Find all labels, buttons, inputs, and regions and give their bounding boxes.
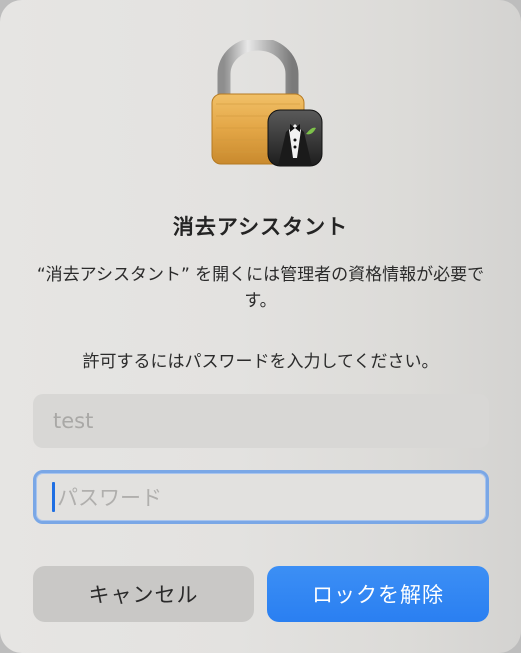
dialog-title: 消去アシスタント (172, 215, 349, 239)
password-field[interactable]: パスワード (33, 470, 489, 524)
unlock-button[interactable]: ロックを解除 (267, 566, 489, 622)
dialog-prompt: 許可するにはパスワードを入力してください。 (82, 352, 439, 372)
dialog-message: “消去アシスタント” を開くには管理者の資格情報が必要です。 (36, 265, 485, 311)
text-caret (52, 482, 55, 512)
cancel-button[interactable]: キャンセル (33, 566, 254, 622)
auth-dialog: 消去アシスタント “消去アシスタント” を開くには管理者の資格情報が必要です。 … (0, 0, 521, 653)
username-value: test (53, 409, 94, 433)
username-field[interactable]: test (33, 394, 489, 448)
password-placeholder: パスワード (57, 486, 162, 510)
lock-with-butler-icon (206, 37, 330, 170)
